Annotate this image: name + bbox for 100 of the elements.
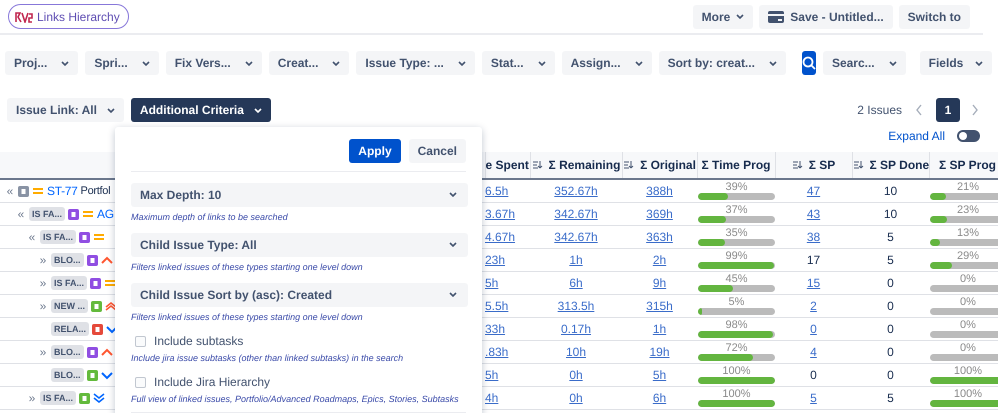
tree-toggle[interactable]: «	[27, 230, 37, 244]
search-button[interactable]	[802, 51, 816, 75]
filter-dropdown[interactable]: Creat...	[268, 51, 350, 75]
page-button[interactable]: 1	[936, 98, 960, 122]
tree-toggle[interactable]: «	[16, 207, 26, 221]
checkbox[interactable]	[135, 376, 146, 388]
tree-toggle[interactable]: »	[38, 253, 48, 267]
progress-percent: 13%	[956, 228, 980, 239]
sort-icon[interactable]	[792, 160, 803, 169]
issue-key-link[interactable]: AG	[97, 207, 114, 221]
story-points-link[interactable]: 38	[806, 230, 820, 244]
story-points-link[interactable]: 0	[810, 322, 817, 336]
time-link[interactable]: 4.67h	[485, 230, 516, 244]
sort-icon[interactable]	[623, 160, 634, 169]
option-dropdown[interactable]: Max Depth: 10	[131, 183, 468, 207]
chevron-down-icon	[458, 61, 466, 67]
time-link[interactable]: 4h	[485, 391, 498, 405]
filter-dropdown[interactable]: Assign...	[562, 51, 652, 75]
option-hint: Filters linked issues of these types starting one level down	[131, 312, 363, 322]
column-header[interactable]: Σ SP Done	[852, 152, 929, 179]
time-link[interactable]: 5h	[652, 368, 666, 382]
story-points-link[interactable]: 15	[806, 276, 820, 290]
fields-button[interactable]: Fields	[920, 51, 992, 75]
checkbox[interactable]	[135, 336, 146, 346]
filter-dropdown[interactable]: Proj...	[5, 51, 78, 75]
chevron-down-icon	[449, 292, 457, 298]
column-header[interactable]: e Spent	[485, 152, 530, 179]
filter-dropdown[interactable]: Issue Type: ...	[356, 51, 475, 75]
filter-dropdown[interactable]: Fix Vers...	[166, 51, 262, 75]
filter-dropdown[interactable]: Spri...	[85, 51, 159, 75]
story-points-link[interactable]: 5	[810, 391, 817, 405]
time-link[interactable]: .83h	[485, 345, 508, 359]
progress-percent: 23%	[956, 205, 980, 216]
time-link[interactable]: 313.5h	[558, 299, 594, 313]
time-link[interactable]: 342.67h	[554, 207, 598, 221]
column-header[interactable]: Σ Original	[622, 152, 697, 179]
sort-icon[interactable]	[852, 160, 864, 169]
filter-dropdown[interactable]: Stat...	[482, 51, 555, 75]
link-type-tag: IS FA...	[40, 230, 76, 244]
table-cell: 0	[887, 299, 894, 313]
story-points-link[interactable]: 4	[810, 345, 817, 359]
option-dropdown[interactable]: Child Issue Type: All	[131, 233, 468, 257]
progress-percent: 35%	[724, 228, 749, 239]
criteria-dropdown[interactable]: Additional Criteria	[130, 98, 271, 122]
time-link[interactable]: 369h	[646, 207, 673, 221]
time-link[interactable]: 5h	[485, 276, 498, 290]
column-header[interactable]: Σ Remaining	[530, 152, 622, 179]
time-link[interactable]: 1h	[652, 322, 666, 336]
time-link[interactable]: 1h	[569, 253, 583, 267]
table-cell: 5	[887, 391, 894, 405]
toggle-switch[interactable]	[957, 130, 980, 142]
cancel-button[interactable]: Cancel	[408, 139, 466, 163]
expand-all-link[interactable]: Expand All	[888, 129, 945, 143]
time-link[interactable]: 363h	[646, 230, 673, 244]
time-link[interactable]: 23h	[485, 253, 506, 267]
tree-toggle[interactable]: »	[38, 345, 48, 359]
issue-key-link[interactable]: ST-77	[47, 184, 78, 198]
story-points-link[interactable]: 43	[806, 207, 820, 221]
filter-dropdown[interactable]: Sort by: creat...	[658, 51, 786, 75]
time-link[interactable]: 342.67h	[554, 230, 598, 244]
time-link[interactable]: 6h	[652, 391, 666, 405]
progress-percent: 37%	[724, 205, 749, 216]
time-link[interactable]: 6.5h	[485, 184, 508, 198]
time-link[interactable]: 5.5h	[485, 299, 508, 313]
option-dropdown[interactable]: Child Issue Sort by (asc): Created	[131, 283, 468, 307]
story-points-link[interactable]: 47	[806, 184, 820, 198]
time-link[interactable]: 0h	[569, 368, 583, 382]
column-header[interactable]: Σ SP Prog	[929, 152, 998, 179]
time-link[interactable]: 19h	[649, 345, 670, 359]
checkbox-label[interactable]: Include subtasks	[154, 334, 244, 348]
search-dropdown[interactable]: Searc...	[822, 51, 906, 75]
time-link[interactable]: 0h	[569, 391, 583, 405]
tree-toggle[interactable]: »	[27, 391, 37, 405]
save-button[interactable]: Save - Untitled...	[759, 4, 893, 28]
switch-button[interactable]: Switch to	[898, 4, 970, 28]
time-link[interactable]: 33h	[485, 322, 506, 336]
column-header[interactable]: Σ Time Prog	[697, 152, 775, 179]
time-link[interactable]: 10h	[566, 345, 586, 359]
app-badge[interactable]: Links Hierarchy	[8, 4, 129, 29]
time-link[interactable]: 315h	[646, 299, 673, 313]
time-link[interactable]: 9h	[652, 276, 666, 290]
time-link[interactable]: 352.67h	[554, 184, 598, 198]
tree-toggle[interactable]: »	[38, 299, 48, 313]
criteria-dropdown[interactable]: Issue Link: All	[7, 98, 124, 122]
time-link[interactable]: 388h	[646, 184, 673, 198]
checkbox-label[interactable]: Include Jira Hierarchy	[154, 375, 270, 389]
time-link[interactable]: 5h	[485, 368, 498, 382]
tree-toggle[interactable]: «	[5, 184, 15, 198]
tree-toggle[interactable]: »	[38, 276, 48, 290]
progress-percent: 100%	[721, 389, 752, 400]
column-header[interactable]: Σ SP	[775, 152, 852, 179]
story-points-link[interactable]: 2	[810, 299, 817, 313]
time-link[interactable]: 6h	[569, 276, 583, 290]
apply-button[interactable]: Apply	[349, 139, 401, 163]
time-link[interactable]: 2h	[652, 253, 666, 267]
time-link[interactable]: 0.17h	[560, 322, 592, 336]
more-menu-button[interactable]: More	[692, 4, 754, 28]
time-link[interactable]: 3.67h	[485, 207, 516, 221]
sort-icon[interactable]	[532, 160, 543, 169]
progress-percent: 100%	[952, 389, 984, 400]
